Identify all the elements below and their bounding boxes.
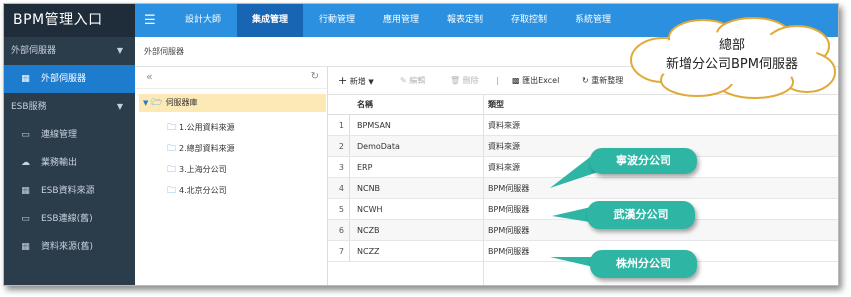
callout-ningbo-label: 寧波分公司 xyxy=(590,148,697,174)
cloud-line-1: 總部 xyxy=(718,38,745,53)
callout-zhuzhou-label: 株州分公司 xyxy=(590,250,697,278)
callout-wuhan-label: 武漢分公司 xyxy=(587,201,695,229)
cloud-callout: 總部 新增分公司BPM伺服器 xyxy=(625,16,838,100)
cloud-text: 總部 新增分公司BPM伺服器 xyxy=(625,36,838,74)
app-window: BPM管理入口 外部伺服器 ▼ ▦ 外部伺服器 ESB服務 ▼ ▭ 連線管理 ☁ 業務… xyxy=(3,3,839,286)
cloud-line-2: 新增分公司BPM伺服器 xyxy=(666,57,798,72)
